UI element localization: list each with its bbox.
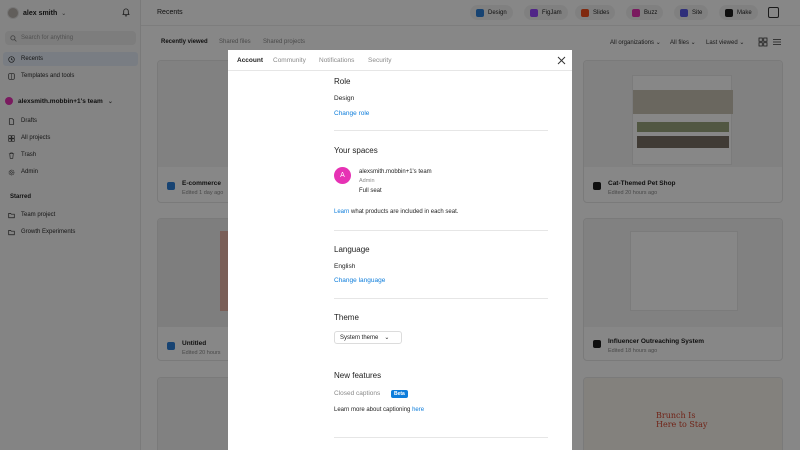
change-language-link[interactable]: Change language [334,277,385,284]
beta-badge: Beta [391,390,408,398]
language-value: English [334,263,356,270]
section-divider [334,130,548,131]
space-seat: Full seat [359,188,382,194]
captioning-info-description: Learn more about captioning [334,407,411,413]
section-divider [334,298,548,299]
section-divider [334,230,548,231]
change-role-link[interactable]: Change role [334,110,369,117]
seat-info-description: what products are included in each seat. [351,209,459,215]
chevron-down-icon: ⌄ [384,335,390,341]
account-settings-modal: Account Community Notifications Security… [228,50,572,450]
role-value: Design [334,95,355,102]
close-icon[interactable] [557,56,566,65]
space-team-name: alexsmith.mobbin+1's team [359,169,432,175]
section-divider [334,437,548,438]
new-features-heading: New features [334,371,382,380]
closed-captions-label: Closed captions [334,390,381,397]
tab-notifications[interactable]: Notifications [319,57,354,64]
tab-security[interactable]: Security [368,57,391,64]
captioning-here-link[interactable]: here [412,407,424,413]
tab-account[interactable]: Account [237,57,263,64]
tab-community[interactable]: Community [273,57,306,64]
your-spaces-heading: Your spaces [334,146,378,155]
theme-select-value: System theme [340,334,379,341]
theme-heading: Theme [334,313,359,322]
language-heading: Language [334,245,370,254]
modal-tab-bar: Account Community Notifications Security [228,50,572,71]
role-heading: Role [334,77,351,86]
team-avatar: A [334,167,351,184]
theme-select[interactable]: System theme ⌄ [334,331,402,344]
captioning-info-text: Learn more about captioning here [334,407,424,413]
seat-info-text: Learn what products are included in each… [334,209,458,215]
space-role: Admin [359,178,375,184]
learn-link[interactable]: Learn [334,209,349,215]
